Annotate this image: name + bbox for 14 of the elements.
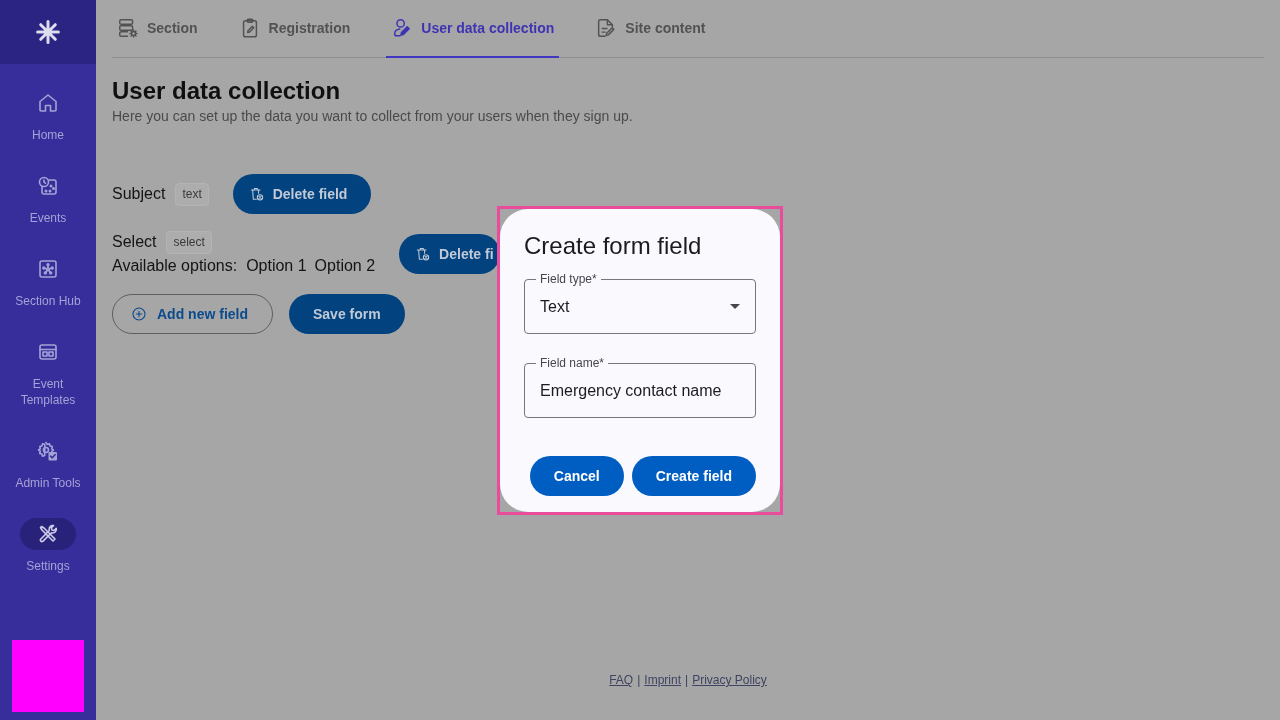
type-tag: text (175, 182, 209, 206)
page-title: User data collection (112, 76, 341, 106)
option-text: Option 1 (246, 256, 307, 276)
field-name: Select (112, 232, 157, 252)
footer-separator: | (685, 672, 689, 688)
options-label: Available options: (112, 256, 238, 276)
dialog-title: Create form field (524, 232, 702, 260)
field-name: Subject (112, 184, 166, 204)
page-subtitle: Here you can set up the data you want to collect from your users when they sign up. (112, 107, 633, 125)
option-text: Option 2 (314, 256, 376, 276)
field-label: Field type* (536, 272, 601, 286)
field-label: Field name* (536, 356, 609, 370)
type-tag: select (166, 230, 212, 254)
footer-separator: | (637, 672, 641, 688)
